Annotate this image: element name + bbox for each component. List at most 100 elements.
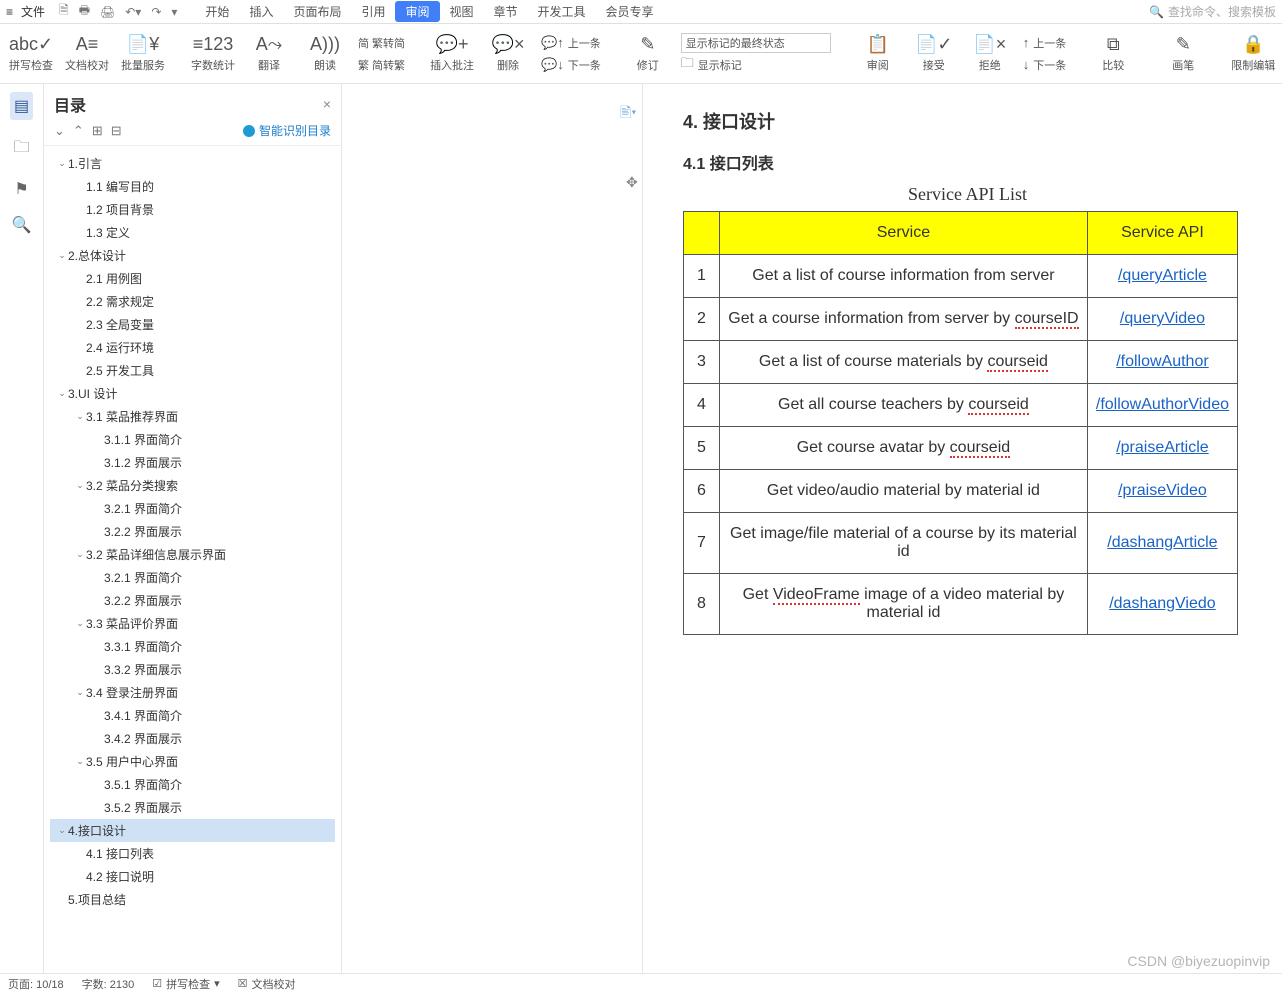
- api-link[interactable]: /dashangViedo: [1109, 595, 1215, 612]
- toc-item[interactable]: 3.2.1 界面简介: [50, 497, 335, 520]
- translate-button[interactable]: A⤳翻译: [246, 28, 292, 80]
- toc-item[interactable]: 3.3.1 界面简介: [50, 635, 335, 658]
- toc-item[interactable]: 1.2 项目背景: [50, 198, 335, 221]
- menu-tab[interactable]: 插入: [239, 1, 283, 22]
- toc-item[interactable]: 3.1.1 界面简介: [50, 428, 335, 451]
- toc-item[interactable]: 3.4.2 界面展示: [50, 727, 335, 750]
- menu-tab[interactable]: 视图: [440, 1, 484, 22]
- delete-comment-button[interactable]: 💬×删除: [485, 28, 531, 80]
- toc-item[interactable]: 3.2.1 界面简介: [50, 566, 335, 589]
- toc-item[interactable]: 4.1 接口列表: [50, 842, 335, 865]
- ink-button[interactable]: ✎画笔: [1160, 28, 1206, 80]
- print-icon[interactable]: 🖶: [79, 1, 90, 22]
- page-indicator[interactable]: 页面: 10/18: [8, 976, 64, 992]
- rail-bookmark-icon[interactable]: 🗀: [13, 136, 29, 163]
- add-heading-icon[interactable]: ⊞: [92, 123, 103, 139]
- insert-comment-button[interactable]: 💬+插入批注: [429, 28, 475, 80]
- toc-item[interactable]: 5.项目总结: [50, 888, 335, 911]
- qat-dropdown-icon[interactable]: ▾: [171, 5, 177, 19]
- document-page[interactable]: 4. 接口设计 4.1 接口列表 Service API List Servic…: [642, 84, 1282, 973]
- move-handle-icon[interactable]: ✥: [626, 174, 638, 191]
- restrict-edit-button[interactable]: 🔒限制编辑: [1230, 28, 1276, 80]
- status-spellcheck[interactable]: ☑拼写检查▾: [152, 976, 219, 992]
- toc-item[interactable]: 1.1 编写目的: [50, 175, 335, 198]
- toc-item[interactable]: 3.5.1 界面简介: [50, 773, 335, 796]
- accept-button[interactable]: 📄✓接受: [911, 28, 957, 80]
- redo-icon[interactable]: ↷: [151, 5, 161, 19]
- toc-item[interactable]: 1.3 定义: [50, 221, 335, 244]
- menu-tab[interactable]: 开发工具: [528, 1, 596, 22]
- toc-item[interactable]: 3.3.2 界面展示: [50, 658, 335, 681]
- toc-item[interactable]: ⌄2.总体设计: [50, 244, 335, 267]
- hamburger-icon[interactable]: ≡: [6, 5, 13, 19]
- rail-search-icon[interactable]: 🔍: [12, 215, 32, 235]
- compare-button[interactable]: ⧉比较: [1090, 28, 1136, 80]
- page-settings-icon[interactable]: 🖹▾: [620, 102, 636, 126]
- toc-item[interactable]: ⌄3.2 菜品分类搜索: [50, 474, 335, 497]
- status-proofread[interactable]: ☒文档校对: [238, 976, 296, 992]
- review-button[interactable]: 📋审阅: [855, 28, 901, 80]
- caret-icon: ⌄: [74, 618, 86, 629]
- rail-outline-icon[interactable]: ▤: [10, 92, 33, 120]
- toc-item[interactable]: ⌄3.3 菜品评价界面: [50, 612, 335, 635]
- undo-icon[interactable]: ↶▾: [125, 5, 141, 19]
- toc-item[interactable]: 4.2 接口说明: [50, 865, 335, 888]
- menu-tab[interactable]: 章节: [484, 1, 528, 22]
- next-comment-button[interactable]: 💬↓下一条: [541, 55, 601, 75]
- word-count[interactable]: 字数: 2130: [82, 976, 135, 992]
- toc-item[interactable]: 3.1.2 界面展示: [50, 451, 335, 474]
- review-next-button[interactable]: ↓下一条: [1023, 55, 1067, 75]
- api-link[interactable]: /dashangArticle: [1107, 534, 1217, 551]
- proofread-button[interactable]: A≡文档校对: [64, 28, 110, 80]
- toc-item[interactable]: ⌄3.4 登录注册界面: [50, 681, 335, 704]
- smart-toc-button[interactable]: 智能识别目录: [243, 122, 331, 139]
- prev-comment-button[interactable]: 💬↑上一条: [541, 33, 601, 53]
- reject-button[interactable]: 📄×拒绝: [967, 28, 1013, 80]
- api-link[interactable]: /followAuthor: [1116, 353, 1209, 370]
- wordcount-button[interactable]: ≡123字数统计: [190, 28, 236, 80]
- remove-heading-icon[interactable]: ⊟: [111, 123, 122, 139]
- read-aloud-button[interactable]: A)))朗读: [302, 28, 348, 80]
- toc-item[interactable]: 3.4.1 界面简介: [50, 704, 335, 727]
- toc-item[interactable]: ⌄1.引言: [50, 152, 335, 175]
- toc-item[interactable]: 2.5 开发工具: [50, 359, 335, 382]
- collapse-all-icon[interactable]: ⌄: [54, 123, 65, 139]
- toc-item[interactable]: ⌄3.5 用户中心界面: [50, 750, 335, 773]
- api-link[interactable]: /praiseArticle: [1116, 439, 1208, 456]
- api-link[interactable]: /queryArticle: [1118, 267, 1207, 284]
- nav-close-button[interactable]: ×: [323, 96, 331, 112]
- save-icon[interactable]: 🗎: [59, 1, 69, 22]
- expand-all-icon[interactable]: ⌃: [73, 123, 84, 139]
- toc-item[interactable]: ⌄3.2 菜品详细信息展示界面: [50, 543, 335, 566]
- toc-item[interactable]: 2.2 需求规定: [50, 290, 335, 313]
- menu-tab[interactable]: 审阅: [395, 1, 439, 22]
- menu-tab[interactable]: 页面布局: [283, 1, 351, 22]
- file-menu[interactable]: 文件: [21, 3, 45, 20]
- toc-item[interactable]: 2.3 全局变量: [50, 313, 335, 336]
- rail-flag-icon[interactable]: ⚑: [14, 179, 28, 199]
- api-link[interactable]: /followAuthorVideo: [1096, 396, 1229, 413]
- command-search[interactable]: 🔍 查找命令、搜索模板: [1149, 3, 1276, 20]
- menu-tab[interactable]: 会员专享: [596, 1, 664, 22]
- toc-item[interactable]: 3.2.2 界面展示: [50, 520, 335, 543]
- toc-item[interactable]: ⌄3.UI 设计: [50, 382, 335, 405]
- review-prev-button[interactable]: ↑上一条: [1023, 33, 1067, 53]
- toc-item[interactable]: 3.5.2 界面展示: [50, 796, 335, 819]
- toc-item[interactable]: 2.1 用例图: [50, 267, 335, 290]
- trad-to-simp-button[interactable]: 简 繁转简: [358, 33, 405, 53]
- toc-item[interactable]: 2.4 运行环境: [50, 336, 335, 359]
- menu-tab[interactable]: 开始: [195, 1, 239, 22]
- batch-service-button[interactable]: 📄¥批量服务: [120, 28, 166, 80]
- track-changes-button[interactable]: ✎修订: [625, 28, 671, 80]
- toc-item[interactable]: 3.2.2 界面展示: [50, 589, 335, 612]
- spellcheck-button[interactable]: abc✓拼写检查: [8, 28, 54, 80]
- show-marks-button[interactable]: 🗀显示标记: [681, 55, 831, 75]
- api-link[interactable]: /praiseVideo: [1118, 482, 1207, 499]
- menu-tab[interactable]: 引用: [351, 1, 395, 22]
- simp-to-trad-button[interactable]: 繁 简转繁: [358, 55, 405, 75]
- toc-item[interactable]: ⌄4.接口设计: [50, 819, 335, 842]
- print-preview-icon[interactable]: 🖨: [100, 5, 115, 19]
- toc-item[interactable]: ⌄3.1 菜品推荐界面: [50, 405, 335, 428]
- track-display-dropdown[interactable]: 显示标记的最终状态: [681, 33, 831, 53]
- api-link[interactable]: /queryVideo: [1120, 310, 1205, 327]
